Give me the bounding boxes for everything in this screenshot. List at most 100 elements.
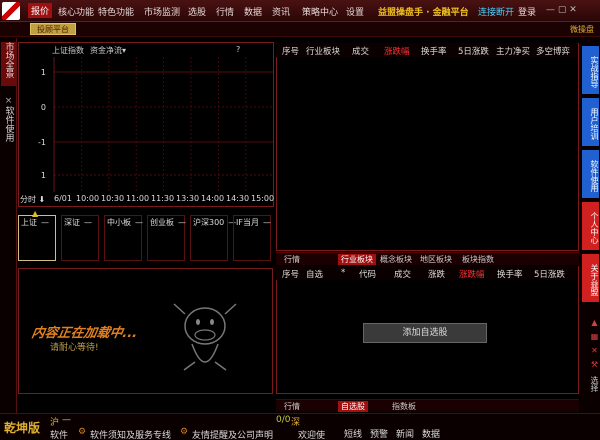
status-tool-1[interactable]: 预警 [370,427,388,440]
sz-value: 0/0 [276,415,291,425]
tool-icon[interactable]: ⚒ [582,358,599,370]
index-value: — [262,218,271,227]
fund-flow-dropdown[interactable]: 资金净流▾ [90,45,126,56]
add-watchlist-button[interactable]: 添加自选股 [363,323,487,343]
arrow-up-icon[interactable]: ▲ [582,316,599,328]
menu-item-4[interactable]: 选股 [188,5,206,18]
column-header[interactable]: 换手率 [497,268,523,280]
brand-title: 益盟操盘手 · 金融平台 [378,8,469,18]
selected-indicator-icon: ▲ [32,209,39,218]
tab-tabstrip1-0[interactable]: 行情 [284,254,300,265]
column-header[interactable]: 涨跌 [428,268,445,280]
status-item-welcome: 欢迎使 [298,431,326,440]
index-box-5[interactable]: IF当月 — [233,215,271,261]
tab-tabstrip1-2[interactable]: 概念板块 [380,254,412,265]
column-header[interactable]: 主力净买 [496,45,530,57]
x-tick-label: 14:00 [201,194,225,203]
right-side-tabs: 实战指导用户培训软件使用个人中心关于益盟 ▲ ▦ ✕ ⚒ 选择 [580,38,600,413]
index-box-3[interactable]: 创业板 — [147,215,186,261]
sh-value: — [62,415,71,425]
index-name: 沪深300 [193,218,225,227]
window-controls[interactable]: — ▢ ✕ [546,5,577,15]
right-tab-0[interactable]: 实战指导 [582,46,599,94]
connection-status[interactable]: 连接断开 [478,5,514,18]
chart-icon[interactable]: ▦ [582,330,599,342]
column-header[interactable]: 换手率 [421,45,447,57]
right-tab-3[interactable]: 个人中心 [582,202,599,250]
sub-toolbar: 投顾平台 微操盘 [0,22,600,37]
menu-item-0[interactable]: 报价 [28,3,53,18]
tab-software-usage[interactable]: 软件使用 [1,106,16,150]
menu-item-1[interactable]: 核心功能 [58,5,94,18]
watchlist-header: 序号 自选 * 代码 成交 涨跌 涨跌幅 换手率 5日涨跌 [276,266,578,280]
tab-tabstrip1-1[interactable]: 行业板块 [338,254,376,265]
left-side-tabs: 市场全景 × 软件使用 [0,38,17,413]
column-header[interactable]: 涨跌幅 [459,268,485,280]
login-button[interactable]: 登录 [518,5,536,18]
help-icon[interactable]: ? [236,45,240,54]
tab-tabstrip2-1[interactable]: 自选股 [338,401,368,412]
index-value: — [135,218,143,227]
index-box-1[interactable]: 深证 — [61,215,99,261]
tab-tabstrip2-2[interactable]: 指数板 [392,401,416,412]
sz-label: 深 [291,418,301,428]
micro-trade-link[interactable]: 微操盘 [570,24,594,35]
right-tab-1[interactable]: 用户培训 [582,98,599,146]
menu-item-3[interactable]: 市场监测 [144,5,180,18]
column-header[interactable]: 序号 [282,45,299,57]
tab-tabstrip1-3[interactable]: 地区板块 [420,254,452,265]
column-header[interactable]: 多空博弈 [536,45,570,57]
column-header[interactable]: 成交 [352,45,369,57]
tab-market-overview[interactable]: 市场全景 [1,42,16,86]
menu-item-5[interactable]: 行情 [216,5,234,18]
sector-table-panel [276,43,579,251]
sector-tab-strip: 行情 行业板块 概念板块 地区板块 板块指数 [276,252,579,265]
right-tab-4[interactable]: 关于益盟 [582,254,599,302]
menu-bar: 报价 核心功能 特色功能 市场监测 选股 行情 数据 资讯 策略中心 设置 益盟操盘手 · 金融平… [0,0,600,22]
status-item-service[interactable]: 软件须知及服务专线 [90,428,171,440]
index-box-0[interactable]: 上证 — [18,215,56,261]
index-box-2[interactable]: 中小板 — [104,215,143,261]
index-box-4[interactable]: 沪深300— [190,215,236,261]
select-label[interactable]: 选择 [582,374,599,394]
index-name: 上证 [21,218,37,227]
status-tool-3[interactable]: 数据 [422,427,440,440]
tab-tabstrip1-4[interactable]: 板块指数 [462,254,494,265]
menu-item-7[interactable]: 资讯 [272,5,290,18]
status-tool-2[interactable]: 新闻 [396,427,414,440]
loading-subtitle: 请耐心等待! [50,343,99,353]
column-header[interactable]: 成交 [394,268,411,280]
advisor-platform-tab[interactable]: 投顾平台 [30,23,76,35]
y-tick-label: -1 [38,138,46,147]
index-name: 中小板 [107,218,131,227]
column-header[interactable]: 行业板块 [306,45,340,57]
tab-tabstrip2-0[interactable]: 行情 [284,401,300,412]
index-box-row: 上证 — 深证 — 中小板 — 创业板 — 沪深300— IF当月 — ▲ [18,209,273,263]
menu-item-9[interactable]: 设置 [346,5,364,18]
close-icon[interactable]: × [1,96,16,106]
column-header[interactable]: 自选 [306,268,323,280]
chart-index-label[interactable]: 上证指数 [52,45,84,56]
menu-item-8[interactable]: 策略中心 [302,5,338,18]
app-logo-icon[interactable] [2,2,20,20]
date-label: 6/01 [54,194,72,203]
menu-item-2[interactable]: 特色功能 [98,5,134,18]
column-header[interactable]: * [341,268,345,278]
menu-item-6[interactable]: 数据 [244,5,262,18]
column-header[interactable]: 5日涨跌 [458,45,489,57]
status-tool-0[interactable]: 短线 [344,427,362,440]
right-tab-2[interactable]: 软件使用 [582,150,599,198]
status-item-notice[interactable]: 友情提醒及公司声明 [192,428,273,440]
column-header[interactable]: 代码 [359,268,376,280]
x-tick-label: 11:30 [151,194,175,203]
status-item-software[interactable]: 软件 [50,428,68,440]
index-value: — [84,218,92,227]
index-name: 创业板 [150,218,174,227]
close-x-icon[interactable]: ✕ [582,344,599,356]
column-header[interactable]: 5日涨跌 [534,268,565,280]
column-header[interactable]: 涨跌幅 [384,45,410,57]
column-header[interactable]: 序号 [282,268,299,280]
timeshare-label[interactable]: 分时 ⬇ [20,194,45,205]
time-axis: 分时 ⬇ 6/01 10:00 10:30 11:00 11:30 13:30 14:00 14… [18,193,274,205]
gear-icon: ⚙ [78,427,87,437]
